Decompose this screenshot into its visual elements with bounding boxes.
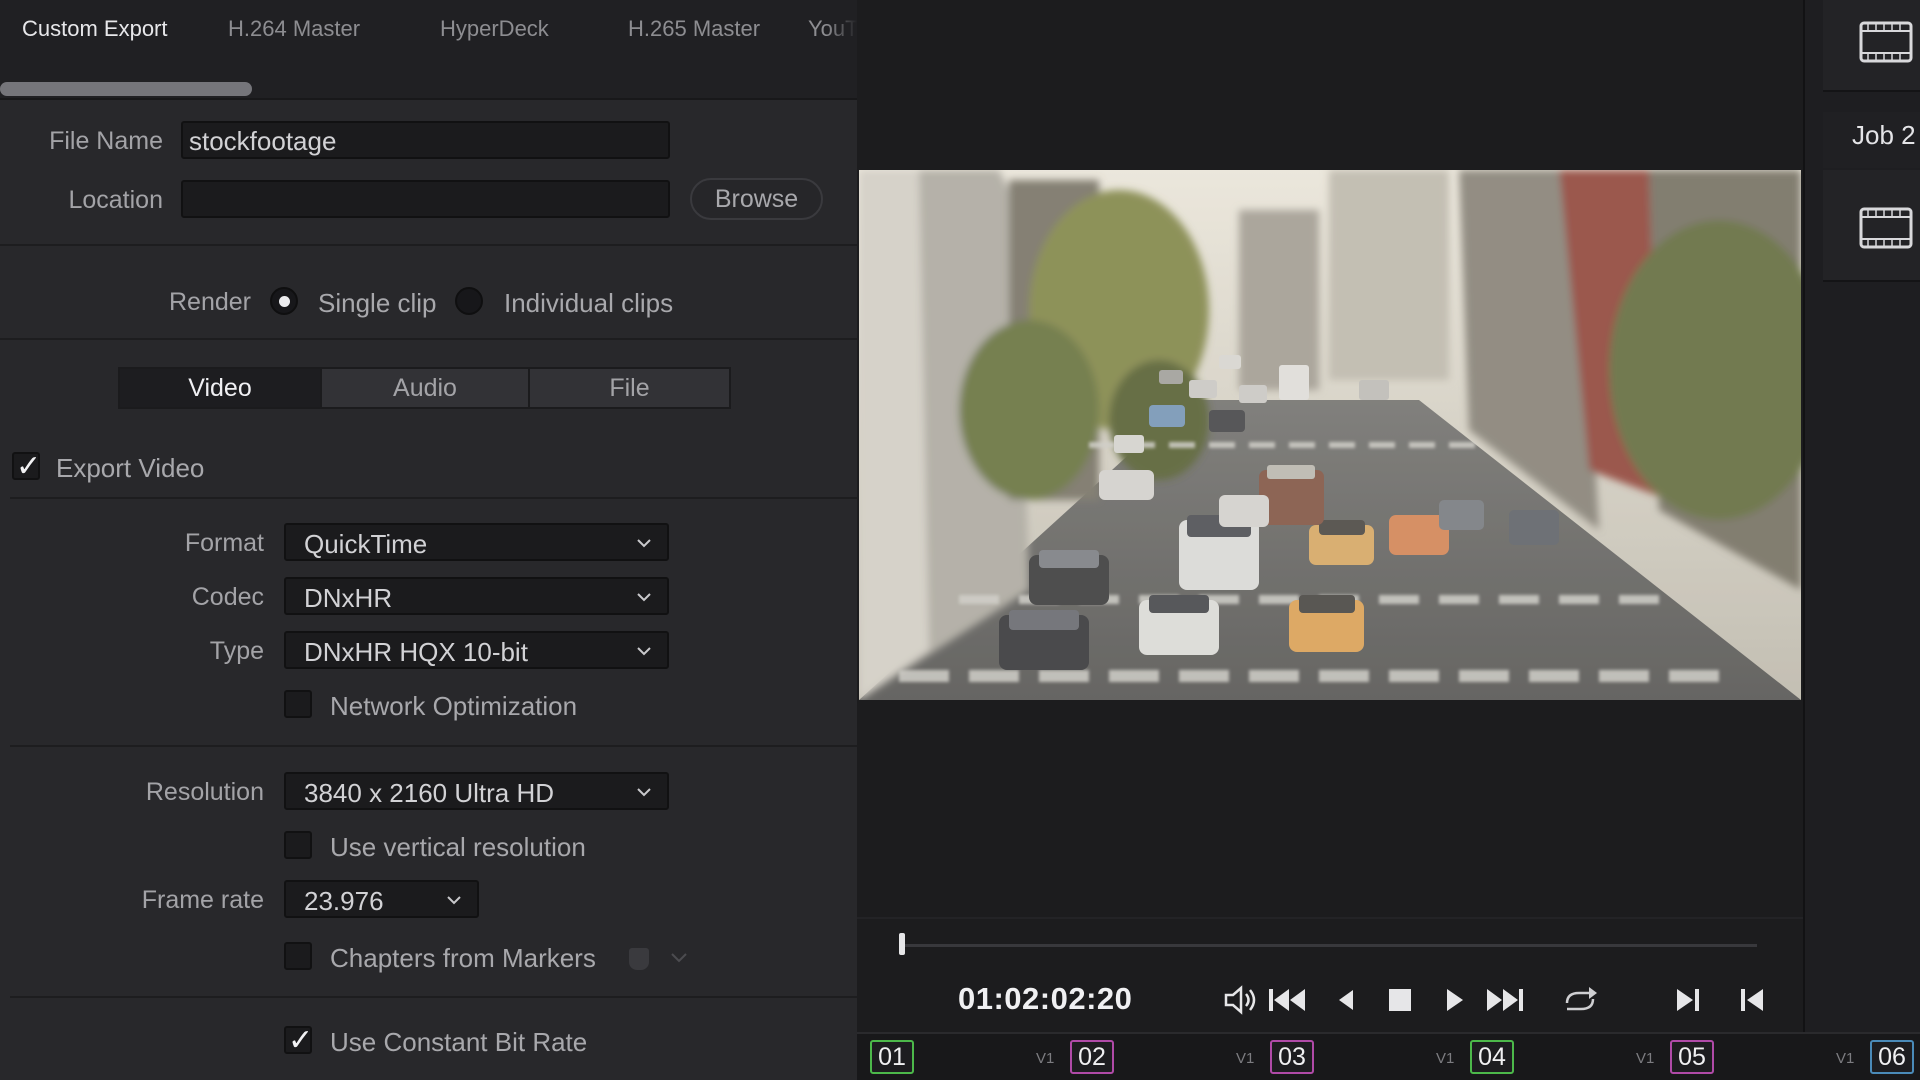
type-label: Type xyxy=(209,637,264,665)
single-clip-label: Single clip xyxy=(318,288,437,318)
frame-rate-value: 23.976 xyxy=(304,886,384,916)
single-clip-radio[interactable] xyxy=(270,287,298,315)
skip-to-start-icon[interactable] xyxy=(1265,981,1309,1019)
preset-tab-hyperdeck[interactable]: HyperDeck xyxy=(440,16,549,42)
resolution-dropdown[interactable]: 3840 x 2160 Ultra HD xyxy=(284,772,669,810)
chevron-down-icon[interactable] xyxy=(670,948,688,966)
preset-fade xyxy=(827,0,857,76)
codec-value: DNxHR xyxy=(304,583,393,613)
tab-audio[interactable]: Audio xyxy=(320,367,530,409)
browse-button[interactable]: Browse xyxy=(690,178,823,220)
previous-clip-icon[interactable] xyxy=(1733,981,1771,1019)
chevron-down-icon xyxy=(637,539,651,548)
scrubber-track[interactable] xyxy=(901,944,1757,947)
format-dropdown[interactable]: QuickTime xyxy=(284,523,669,561)
chevron-down-icon xyxy=(447,896,461,905)
skip-to-end-icon[interactable] xyxy=(1483,981,1527,1019)
vertical-resolution-checkbox[interactable] xyxy=(284,831,312,859)
clip-03[interactable]: 03 xyxy=(1270,1040,1314,1074)
divider xyxy=(0,244,857,246)
clip-track-label: V1 xyxy=(1436,1050,1455,1067)
individual-clips-radio[interactable] xyxy=(455,287,483,315)
vertical-resolution-label: Use vertical resolution xyxy=(330,832,586,862)
format-label: Format xyxy=(184,529,264,557)
chevron-down-icon xyxy=(637,788,651,797)
resolution-value: 3840 x 2160 Ultra HD xyxy=(304,778,555,808)
clip-06[interactable]: 06 xyxy=(1870,1040,1914,1074)
file-name-field[interactable]: stockfootage xyxy=(181,121,670,159)
street-traffic-image xyxy=(859,170,1801,700)
clip-01[interactable]: 01 xyxy=(870,1040,914,1074)
export-video-checkbox[interactable] xyxy=(12,449,41,484)
film-icon xyxy=(1859,21,1913,63)
job-label[interactable]: Job 2 xyxy=(1823,112,1920,168)
marker-color-swatch[interactable] xyxy=(629,948,649,970)
clip-04[interactable]: 04 xyxy=(1470,1040,1514,1074)
preset-tab-custom-export[interactable]: Custom Export xyxy=(22,16,168,42)
transport-controls: 01:02:02:20 xyxy=(857,917,1803,1032)
preset-tab-h264-master[interactable]: H.264 Master xyxy=(228,16,360,42)
tab-video[interactable]: Video xyxy=(118,367,322,409)
location-field[interactable] xyxy=(181,180,670,218)
clip-05[interactable]: 05 xyxy=(1670,1040,1714,1074)
chapters-checkbox[interactable] xyxy=(284,942,312,970)
type-value: DNxHR HQX 10-bit xyxy=(304,637,528,667)
type-dropdown[interactable]: DNxHR HQX 10-bit xyxy=(284,631,669,669)
location-label: Location xyxy=(68,186,163,214)
chapters-label: Chapters from Markers xyxy=(330,943,596,973)
step-back-icon[interactable] xyxy=(1327,981,1365,1019)
stop-icon[interactable] xyxy=(1381,981,1419,1019)
divider xyxy=(10,996,857,998)
constant-bit-rate-label: Use Constant Bit Rate xyxy=(330,1027,588,1057)
clip-02[interactable]: 02 xyxy=(1070,1040,1114,1074)
chevron-down-icon xyxy=(637,647,651,656)
next-clip-icon[interactable] xyxy=(1669,981,1707,1019)
network-optimization-checkbox[interactable] xyxy=(284,690,312,718)
preset-tab-h265-master[interactable]: H.265 Master xyxy=(628,16,760,42)
clip-track-label: V1 xyxy=(1636,1050,1655,1067)
codec-dropdown[interactable]: DNxHR xyxy=(284,577,669,615)
chevron-down-icon xyxy=(637,593,651,602)
video-frame xyxy=(859,170,1801,700)
clip-track-label: V1 xyxy=(1036,1050,1055,1067)
codec-label: Codec xyxy=(191,583,264,611)
format-value: QuickTime xyxy=(304,529,428,559)
render-label: Render xyxy=(169,288,251,316)
divider xyxy=(10,497,857,499)
divider xyxy=(10,745,857,747)
viewer: 01:02:02:20 xyxy=(857,0,1803,1080)
render-queue: Job 2 xyxy=(1803,0,1920,1032)
timecode: 01:02:02:20 xyxy=(958,981,1133,1016)
clip-strip: 01 V1 02 V1 03 V1 04 V1 05 V1 06 xyxy=(857,1032,1920,1080)
tab-file[interactable]: File xyxy=(528,367,731,409)
volume-icon[interactable] xyxy=(1222,981,1260,1019)
loop-icon[interactable] xyxy=(1559,981,1601,1019)
divider xyxy=(0,338,857,340)
play-icon[interactable] xyxy=(1435,981,1473,1019)
constant-bit-rate-checkbox[interactable] xyxy=(284,1023,313,1058)
render-settings-panel: Custom Export H.264 Master HyperDeck H.2… xyxy=(0,0,857,1080)
clip-track-label: V1 xyxy=(1836,1050,1855,1067)
preset-bar: Custom Export H.264 Master HyperDeck H.2… xyxy=(0,0,857,100)
frame-rate-label: Frame rate xyxy=(141,886,264,914)
film-icon xyxy=(1859,207,1913,249)
file-name-label: File Name xyxy=(49,127,163,155)
individual-clips-label: Individual clips xyxy=(504,288,674,318)
resolution-label: Resolution xyxy=(145,778,264,806)
export-video-label: Export Video xyxy=(56,453,205,483)
frame-rate-dropdown[interactable]: 23.976 xyxy=(284,880,479,918)
job-card[interactable] xyxy=(1823,0,1920,92)
job-card[interactable] xyxy=(1823,170,1920,282)
clip-track-label: V1 xyxy=(1236,1050,1255,1067)
network-optimization-label: Network Optimization xyxy=(330,691,578,721)
preset-scrollbar[interactable] xyxy=(0,82,252,96)
playhead[interactable] xyxy=(899,933,905,955)
